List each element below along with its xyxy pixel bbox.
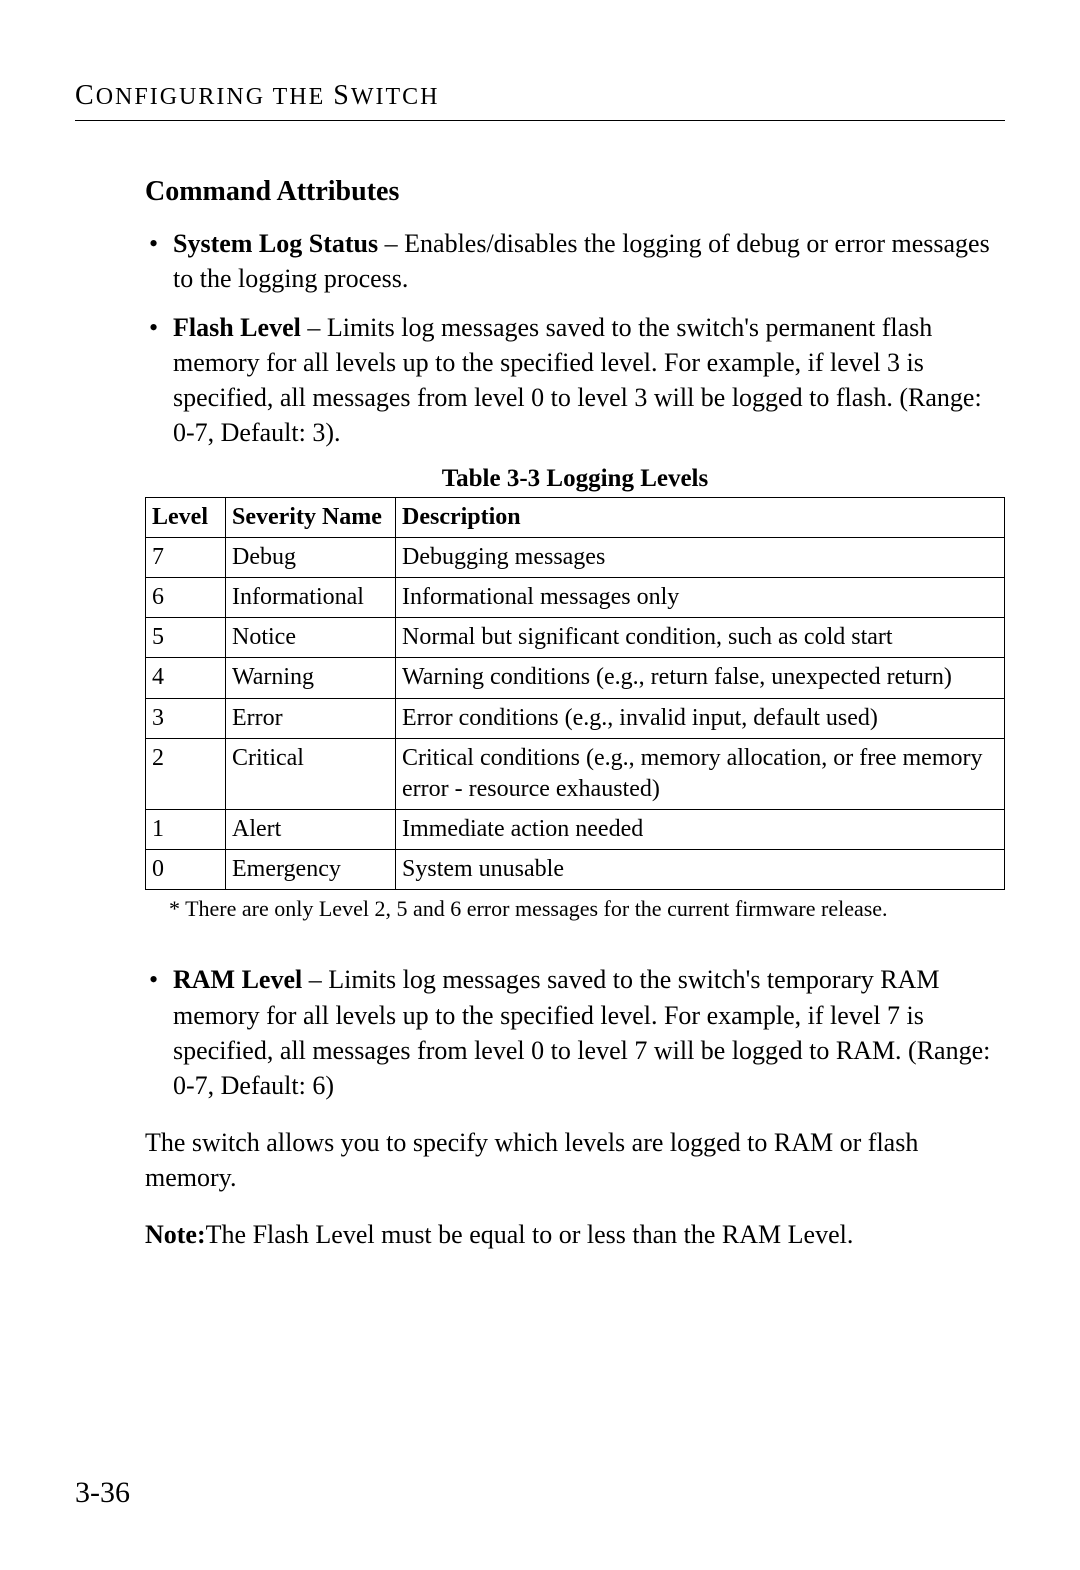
table-row: 3 Error Error conditions (e.g., invalid … [146, 698, 1005, 738]
page: CONFIGURING THE SWITCH Command Attribute… [0, 0, 1080, 1570]
bullet-sep: – [302, 965, 328, 994]
table-row: 0 Emergency System unusable [146, 850, 1005, 890]
bullet-sep: – [378, 229, 404, 258]
header-rule [75, 120, 1005, 121]
cell-level: 5 [146, 618, 226, 658]
cell-level: 1 [146, 810, 226, 850]
table-caption: Table 3-3 Logging Levels [145, 465, 1005, 493]
cell-name: Notice [226, 618, 396, 658]
cell-name: Debug [226, 537, 396, 577]
cell-desc: System unusable [396, 850, 1005, 890]
rh-cap1: C [75, 80, 96, 111]
bullet-ram-level: RAM Level – Limits log messages saved to… [145, 962, 1005, 1102]
bullet-system-log-status: System Log Status – Enables/disables the… [145, 226, 1005, 296]
bullet-term: System Log Status [173, 229, 378, 258]
bullet-list: System Log Status – Enables/disables the… [145, 226, 1005, 451]
section-heading: Command Attributes [145, 176, 1005, 208]
cell-level: 6 [146, 577, 226, 617]
bullet-term: RAM Level [173, 965, 302, 994]
table-row: 1 Alert Immediate action needed [146, 810, 1005, 850]
cell-name: Warning [226, 658, 396, 698]
note-label: Note: [145, 1220, 206, 1249]
cell-level: 2 [146, 738, 226, 809]
bullet-flash-level: Flash Level – Limits log messages saved … [145, 310, 1005, 450]
cell-desc: Debugging messages [396, 537, 1005, 577]
cell-level: 4 [146, 658, 226, 698]
cell-level: 3 [146, 698, 226, 738]
rh-mid: THE [265, 84, 333, 110]
table-body: 7 Debug Debugging messages 6 Information… [146, 537, 1005, 890]
table-row: 7 Debug Debugging messages [146, 537, 1005, 577]
rh-w1: ONFIGURING [96, 84, 265, 110]
page-number: 3-36 [75, 1476, 130, 1510]
cell-desc: Normal but significant condition, such a… [396, 618, 1005, 658]
cell-desc: Warning conditions (e.g., return false, … [396, 658, 1005, 698]
rh-cap2: S [333, 80, 351, 111]
note-paragraph: Note:The Flash Level must be equal to or… [145, 1217, 1005, 1252]
bullet-list-2: RAM Level – Limits log messages saved to… [145, 962, 1005, 1102]
cell-name: Critical [226, 738, 396, 809]
cell-desc: Error conditions (e.g., invalid input, d… [396, 698, 1005, 738]
cell-name: Alert [226, 810, 396, 850]
logging-levels-table: Level Severity Name Description 7 Debug … [145, 497, 1005, 891]
table-row: 2 Critical Critical conditions (e.g., me… [146, 738, 1005, 809]
rh-w2: WITCH [351, 84, 440, 110]
cell-desc: Critical conditions (e.g., memory alloca… [396, 738, 1005, 809]
paragraph: The switch allows you to specify which l… [145, 1125, 1005, 1195]
th-level: Level [146, 497, 226, 537]
cell-level: 0 [146, 850, 226, 890]
table-row: 4 Warning Warning conditions (e.g., retu… [146, 658, 1005, 698]
cell-name: Informational [226, 577, 396, 617]
table-row: 5 Notice Normal but significant conditio… [146, 618, 1005, 658]
cell-name: Error [226, 698, 396, 738]
table-footnote: * There are only Level 2, 5 and 6 error … [169, 896, 1005, 922]
bullet-term: Flash Level [173, 313, 301, 342]
running-head: CONFIGURING THE SWITCH [75, 80, 1005, 112]
cell-name: Emergency [226, 850, 396, 890]
cell-desc: Informational messages only [396, 577, 1005, 617]
th-description: Description [396, 497, 1005, 537]
cell-desc: Immediate action needed [396, 810, 1005, 850]
cell-level: 7 [146, 537, 226, 577]
content: Command Attributes System Log Status – E… [145, 176, 1005, 1252]
table-row: 6 Informational Informational messages o… [146, 577, 1005, 617]
bullet-sep: – [301, 313, 327, 342]
table-header-row: Level Severity Name Description [146, 497, 1005, 537]
note-text: The Flash Level must be equal to or less… [206, 1220, 854, 1249]
th-severity: Severity Name [226, 497, 396, 537]
